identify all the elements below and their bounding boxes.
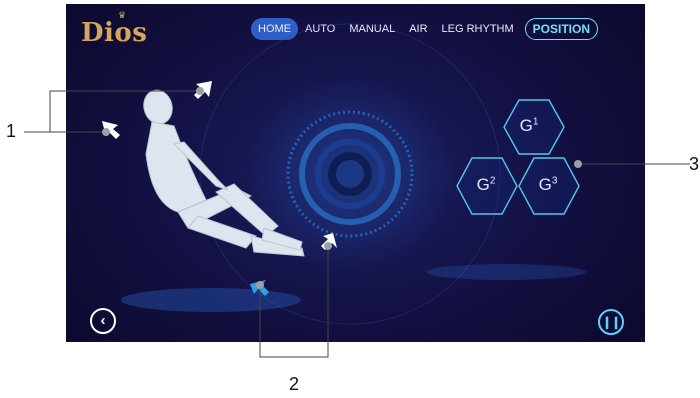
callout-lines: [24, 87, 690, 358]
callout-1: 1: [6, 121, 17, 141]
callout-3: 3: [689, 154, 700, 174]
callout-2: 2: [289, 374, 300, 394]
